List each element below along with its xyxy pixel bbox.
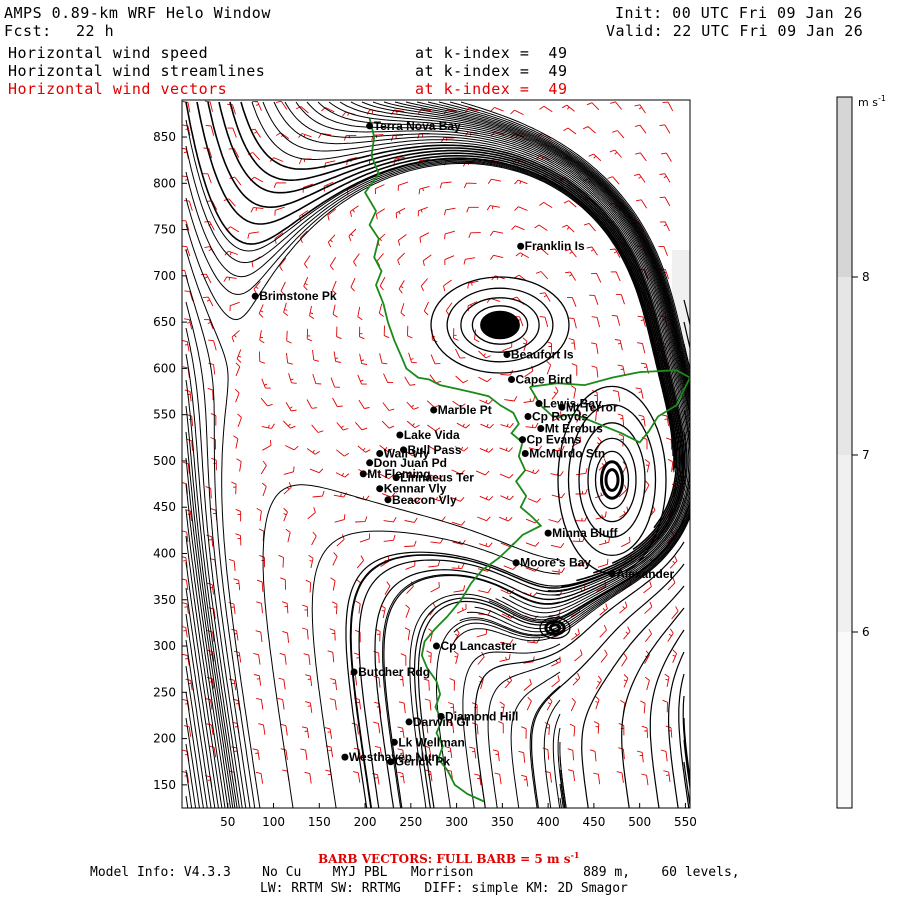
colorbar-band-3 [837, 455, 852, 632]
place-marker [400, 446, 408, 454]
place-label: Beaufort Is [511, 348, 574, 362]
place-marker [359, 470, 367, 478]
place-marker [390, 738, 398, 746]
y-tick-label: 750 [153, 223, 176, 237]
place-label: Bull Pass [408, 443, 462, 457]
x-tick-label: 450 [582, 815, 605, 829]
place-marker [508, 375, 516, 383]
colorbar-units: m s-1 [858, 94, 886, 109]
place-label: Marble Pt [438, 403, 492, 417]
place-label: Alexander [616, 567, 674, 581]
place-label: Moore's Bay [520, 556, 591, 570]
place-label: McMurdo Stn [529, 447, 605, 461]
place-marker [251, 292, 259, 300]
place-marker [518, 436, 526, 444]
place-marker [535, 400, 543, 408]
model-info: Model Info: V4.3.3 No Cu MYJ PBL Morriso… [90, 865, 740, 880]
place-marker [544, 529, 552, 537]
y-tick-label: 700 [153, 269, 176, 283]
y-tick-label: 250 [153, 685, 176, 699]
place-marker [392, 474, 400, 482]
colorbar: 8 7 6 m s-1 [836, 94, 886, 809]
place-marker [537, 425, 545, 433]
place-marker [517, 242, 525, 250]
place-marker [512, 559, 520, 567]
x-tick-label: 100 [262, 815, 285, 829]
place-marker [524, 413, 532, 421]
place-marker [608, 570, 616, 578]
place-label: Minna Bluff [552, 526, 618, 540]
place-marker [384, 496, 392, 504]
colorbar-tick-7: 7 [862, 448, 870, 462]
y-tick-label: 300 [153, 639, 176, 653]
place-label: Diamond Hill [445, 709, 518, 723]
x-tick-label: 400 [537, 815, 560, 829]
y-tick-label: 850 [153, 130, 176, 144]
x-tick-label: 150 [308, 815, 331, 829]
place-marker [366, 459, 374, 467]
x-tick-label: 200 [354, 815, 377, 829]
physics-info: LW: RRTM SW: RRTMG DIFF: simple KM: 2D S… [260, 881, 628, 896]
x-tick-label: 50 [220, 815, 235, 829]
y-tick-label: 550 [153, 408, 176, 422]
y-tick-label: 450 [153, 500, 176, 514]
place-marker [432, 642, 440, 650]
place-marker [405, 718, 413, 726]
y-tick-label: 650 [153, 315, 176, 329]
place-label: Cp Lancaster [440, 639, 516, 653]
y-tick-label: 500 [153, 454, 176, 468]
place-marker [387, 758, 395, 766]
x-tick-label: 550 [674, 815, 697, 829]
x-tick-label: 350 [491, 815, 514, 829]
x-tick-label: 250 [399, 815, 422, 829]
place-marker [503, 351, 511, 359]
place-label: Cape Bird [516, 372, 573, 386]
place-label: Gerick Pk [395, 755, 451, 769]
y-tick-label: 150 [153, 778, 176, 792]
place-marker [350, 668, 358, 676]
place-marker [376, 485, 384, 493]
colorbar-band-1 [837, 97, 852, 277]
barb-vector-note: BARB VECTORS: FULL BARB = 5 m s-1 [318, 850, 580, 866]
place-label: Cp Evans [526, 433, 581, 447]
place-label: Brimstone Pk [259, 289, 337, 303]
y-tick-label: 350 [153, 593, 176, 607]
place-label: Franklin Is [525, 239, 585, 253]
place-marker [430, 406, 438, 414]
x-tick-label: 500 [628, 815, 651, 829]
colorbar-tick-8: 8 [862, 270, 870, 284]
y-tick-label: 800 [153, 176, 176, 190]
place-label: Lk Wellman [398, 735, 464, 749]
place-label: Butcher Rdg [358, 665, 430, 679]
y-tick-label: 200 [153, 732, 176, 746]
place-label: Terra Nova Bay [374, 119, 461, 133]
y-tick-label: 400 [153, 546, 176, 560]
place-marker [366, 122, 374, 130]
place-label: Beacon Vly [392, 493, 457, 507]
x-tick-label: 300 [445, 815, 468, 829]
colorbar-band-2 [837, 277, 852, 455]
place-marker [341, 753, 349, 761]
place-marker [437, 712, 445, 720]
vortex-core [482, 312, 518, 338]
place-marker [521, 450, 529, 458]
colorbar-tick-6: 6 [862, 625, 870, 639]
y-tick-label: 600 [153, 361, 176, 375]
place-marker [396, 431, 404, 439]
colorbar-band-4 [837, 632, 852, 808]
place-label: Lake Vida [404, 428, 460, 442]
map-figure: Terra Nova Bay Franklin Is Brimstone Pk Bea… [153, 94, 886, 829]
